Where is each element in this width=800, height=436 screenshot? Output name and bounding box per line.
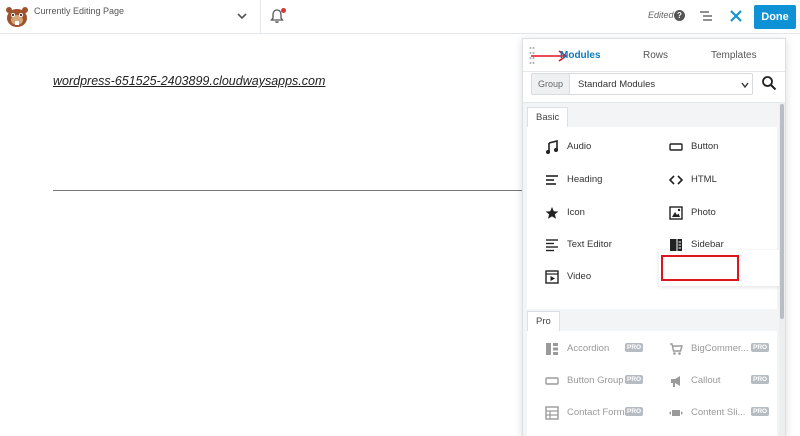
tab-rows[interactable]: Rows: [643, 50, 668, 61]
module-callout[interactable]: Callout PRO: [669, 371, 770, 391]
module-accordion[interactable]: Accordion PRO: [545, 339, 645, 359]
beaver-logo-icon: [6, 7, 28, 27]
html-highlight-box: [661, 255, 739, 281]
module-content-slider[interactable]: Content Sli... PRO: [669, 403, 770, 423]
section-pro: Accordion PRO BigCommer... PRO Button Gr…: [527, 331, 777, 436]
module-button-group[interactable]: Button Group PRO: [545, 371, 645, 391]
done-button[interactable]: Done: [754, 5, 796, 29]
modules-list: Basic Audio Button Heading HTML Icon Pho…: [523, 102, 781, 436]
pro-badge: PRO: [625, 407, 644, 416]
top-bar: Currently Editing Page Edited ? Done: [0, 0, 800, 34]
outline-list-icon[interactable]: [699, 9, 713, 23]
sidebar-icon: [670, 239, 682, 251]
button-icon: [669, 143, 683, 151]
photo-icon: [669, 206, 683, 220]
topbar-divider: [260, 0, 261, 34]
tab-templates[interactable]: Templates: [711, 50, 757, 61]
current-page-label[interactable]: Currently Editing Page: [34, 6, 124, 16]
module-bigcommerce[interactable]: BigCommer... PRO: [669, 339, 770, 359]
chevron-down-icon[interactable]: [236, 10, 248, 22]
code-icon: [669, 175, 683, 185]
scrollbar-thumb[interactable]: [780, 104, 784, 319]
site-url-link[interactable]: wordpress-651525-2403899.cloudwaysapps.c…: [53, 74, 325, 88]
content-divider: [53, 190, 523, 191]
panel-tabs: Modules Rows Templates: [523, 39, 785, 72]
cart-icon: [670, 343, 683, 355]
pro-badge: PRO: [751, 375, 770, 384]
button-group-icon: [545, 377, 559, 385]
pro-badge: PRO: [751, 407, 770, 416]
close-icon[interactable]: [728, 8, 744, 24]
pro-badge: PRO: [625, 343, 644, 352]
group-label: Group: [532, 74, 570, 94]
form-icon: [545, 406, 559, 420]
tab-modules[interactable]: Modules: [560, 50, 601, 61]
group-select[interactable]: Group Standard Modules: [531, 73, 753, 95]
heading-icon: [546, 175, 558, 185]
help-icon[interactable]: ?: [674, 10, 685, 21]
section-basic: Audio Button Heading HTML Icon Photo Tex…: [527, 127, 781, 309]
chevron-down-icon: [741, 82, 749, 89]
megaphone-icon: [671, 376, 680, 387]
panel-scrollbar[interactable]: [779, 102, 785, 436]
search-icon[interactable]: [761, 75, 777, 91]
pro-badge: PRO: [625, 375, 644, 384]
video-icon: [545, 270, 559, 284]
accordion-icon: [546, 343, 558, 355]
module-contact-form[interactable]: Contact Form PRO: [545, 403, 645, 423]
slider-icon: [669, 410, 683, 416]
star-icon: [545, 207, 559, 219]
text-editor-icon: [546, 239, 558, 252]
section-pro-tab[interactable]: Pro: [527, 311, 560, 331]
music-note-icon: [546, 140, 558, 154]
group-value: Standard Modules: [578, 79, 656, 90]
edited-status: Edited: [648, 10, 674, 20]
section-basic-tab[interactable]: Basic: [527, 107, 569, 127]
pro-badge: PRO: [751, 343, 770, 352]
notification-dot: [281, 8, 286, 13]
content-panel: Modules Rows Templates Group Standard Mo…: [522, 38, 786, 436]
